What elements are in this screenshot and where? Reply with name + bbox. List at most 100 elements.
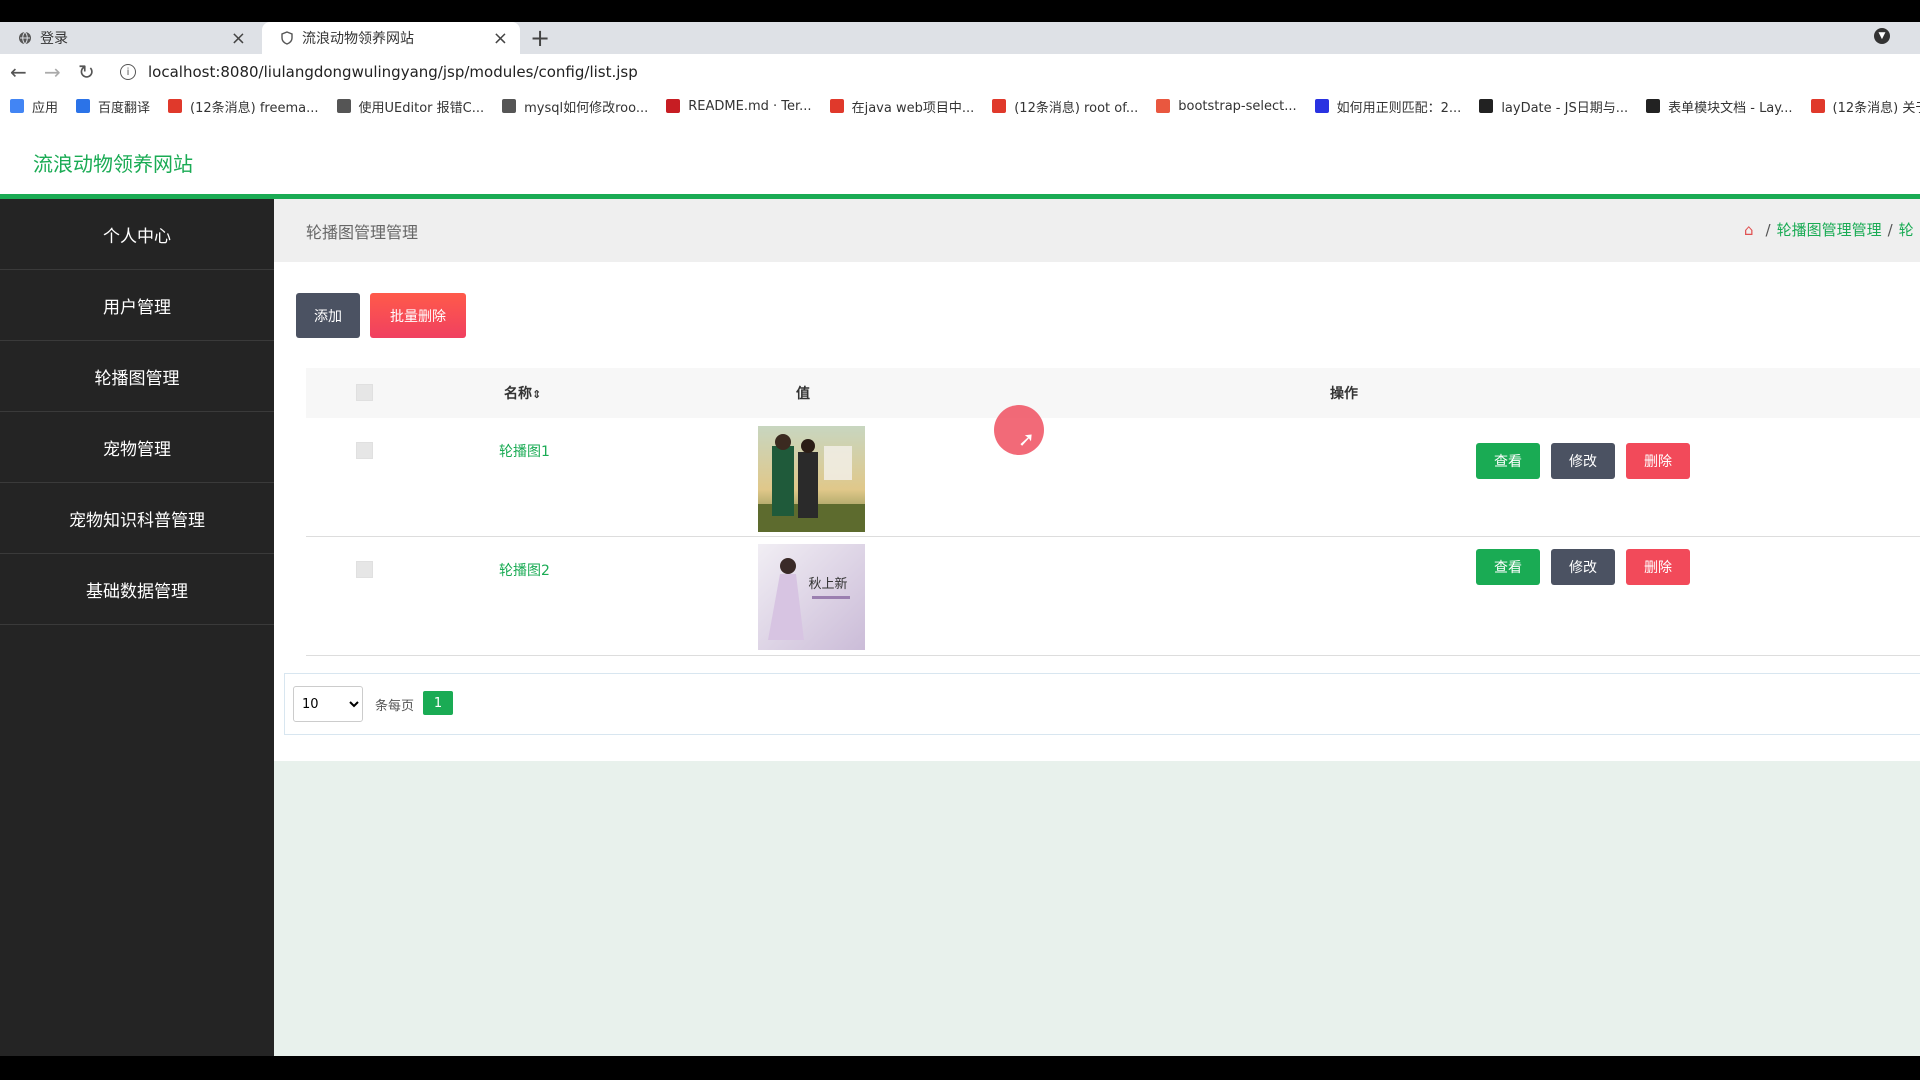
view-button[interactable]: 查看 — [1476, 443, 1540, 479]
bookmark-item[interactable]: 应用 — [10, 97, 58, 116]
bookmark-item[interactable]: 如何用正则匹配：2... — [1314, 97, 1462, 116]
sidebar-item-label: 轮播图管理 — [94, 368, 180, 389]
forward-arrow-icon[interactable]: → — [44, 60, 61, 84]
add-button[interactable]: 添加 — [296, 293, 360, 338]
row-name-link[interactable]: 轮播图1 — [499, 441, 550, 461]
app-header: 流浪动物领养网站 — [0, 122, 1920, 199]
column-header-value: 值 — [796, 386, 810, 402]
layui-icon — [1479, 99, 1494, 113]
close-icon[interactable]: × — [493, 28, 508, 49]
pagination-bar: 10 条每页 1 — [284, 673, 1920, 735]
editor-icon — [502, 99, 517, 113]
row-checkbox[interactable] — [356, 561, 373, 578]
bulk-delete-button[interactable]: 批量删除 — [370, 293, 466, 338]
bookmarks-bar: 应用 百度翻译 (12条消息) freema... 使用UEditor 报错C... m… — [0, 90, 1920, 123]
reload-icon[interactable]: ↻ — [78, 60, 95, 84]
window-bottom-bar — [0, 1056, 1920, 1080]
sidebar-item[interactable]: 宠物管理 — [0, 412, 274, 483]
gitee-icon — [666, 99, 681, 113]
layui-icon — [1646, 99, 1661, 113]
bookmark-item[interactable]: 百度翻译 — [76, 97, 150, 116]
bookmark-label: mysql如何修改roo... — [524, 100, 649, 116]
sidebar-item-label: 宠物管理 — [103, 439, 171, 460]
baidu-paw-icon — [1314, 99, 1329, 113]
bookmark-item[interactable]: 表单模块文档 - Lay... — [1646, 97, 1793, 116]
edit-button[interactable]: 修改 — [1551, 443, 1615, 479]
bookmark-label: (12条消息) root of... — [1014, 100, 1139, 116]
bookmark-item[interactable]: (12条消息) 关于la — [1810, 97, 1920, 116]
sidebar-item[interactable]: 个人中心 — [0, 199, 274, 270]
window-top-bar — [0, 0, 1920, 22]
bookmark-item[interactable]: layDate - JS日期与... — [1479, 97, 1628, 116]
banner-caption: 秋上新 — [808, 576, 847, 592]
apps-grid-icon — [10, 99, 24, 113]
tab-search-icon[interactable]: ▼ — [1874, 28, 1890, 44]
sidebar-item[interactable]: 轮播图管理 — [0, 341, 274, 412]
bookmark-label: layDate - JS日期与... — [1501, 100, 1629, 116]
bookmark-item[interactable]: (12条消息) root of... — [992, 97, 1138, 116]
edit-button[interactable]: 修改 — [1551, 549, 1615, 585]
close-icon[interactable]: × — [231, 28, 246, 49]
back-arrow-icon[interactable]: ← — [10, 60, 27, 84]
bookmark-label: README.md · Ter... — [688, 98, 812, 114]
banner-thumbnail[interactable]: 秋上新 — [758, 544, 865, 650]
breadcrumb-separator: / — [1887, 221, 1893, 239]
per-page-label: 条每页 — [375, 699, 415, 714]
sidebar-item[interactable]: 宠物知识科普管理 — [0, 483, 274, 554]
url-field[interactable]: i localhost:8080/liulangdongwulingyang/j… — [120, 58, 638, 86]
home-icon[interactable]: ⌂ — [1744, 221, 1754, 239]
bookmark-label: 使用UEditor 报错C... — [358, 100, 485, 116]
sort-icon[interactable]: ⇕ — [532, 388, 541, 401]
delete-button[interactable]: 删除 — [1626, 549, 1690, 585]
editor-icon — [336, 99, 351, 113]
bookmark-item[interactable]: mysql如何修改roo... — [502, 97, 648, 116]
bookmark-item[interactable]: 使用UEditor 报错C... — [336, 97, 485, 116]
site-logo[interactable]: 流浪动物领养网站 — [33, 148, 193, 177]
bookmark-item[interactable]: bootstrap-select... — [1156, 98, 1297, 114]
sidebar-item-label: 个人中心 — [103, 226, 171, 247]
new-tab-button[interactable]: + — [530, 24, 550, 52]
main-area: 轮播图管理管理 ⌂ / 轮播图管理管理 / 轮 添加 批量删除 名称⇕ 值 操作 轮播图… — [274, 199, 1920, 1056]
row-checkbox[interactable] — [356, 442, 373, 459]
breadcrumb-bar: 轮播图管理管理 ⌂ / 轮播图管理管理 / 轮 — [274, 199, 1920, 262]
jianshu-icon — [1156, 99, 1171, 113]
table-row: 轮播图2 秋上新 查看 修改 删除 — [306, 537, 1920, 656]
bookmark-label: 百度翻译 — [98, 100, 151, 116]
csdn-icon — [992, 99, 1007, 113]
url-text: localhost:8080/liulangdongwulingyang/jsp… — [148, 63, 638, 81]
tab-login[interactable]: 登录 × — [0, 22, 258, 54]
bookmark-label: 如何用正则匹配：2... — [1336, 100, 1462, 116]
bookmark-item[interactable]: 在java web项目中... — [829, 97, 975, 116]
info-icon[interactable]: i — [120, 64, 136, 80]
tab-strip: 登录 × 流浪动物领养网站 × + ▼ — [0, 22, 1920, 54]
column-header-name[interactable]: 名称⇕ — [504, 383, 541, 403]
sidebar-item[interactable]: 基础数据管理 — [0, 554, 274, 625]
breadcrumb: ⌂ / 轮播图管理管理 / 轮 — [1744, 219, 1914, 240]
column-header-actions: 操作 — [1330, 386, 1358, 402]
sidebar-item[interactable]: 用户管理 — [0, 270, 274, 341]
globe-icon — [18, 31, 32, 45]
bookmark-label: (12条消息) 关于la — [1832, 100, 1920, 116]
column-header-name-label: 名称 — [504, 386, 532, 402]
csdn-icon — [829, 99, 844, 113]
banner-thumbnail[interactable] — [758, 426, 865, 532]
row-name-link[interactable]: 轮播图2 — [499, 560, 550, 580]
screen: 登录 × 流浪动物领养网站 × + ▼ ← → ↻ i localhost:80… — [0, 0, 1920, 1056]
bookmark-label: 在java web项目中... — [851, 100, 975, 116]
sidebar-item-label: 基础数据管理 — [86, 581, 188, 602]
breadcrumb-item[interactable]: 轮 — [1899, 221, 1914, 239]
breadcrumb-item[interactable]: 轮播图管理管理 — [1777, 221, 1882, 239]
mouse-pointer-icon: ➚ — [1018, 427, 1035, 451]
tab-adoption-site[interactable]: 流浪动物领养网站 × — [262, 22, 520, 54]
select-all-checkbox[interactable] — [356, 384, 373, 401]
bookmark-item[interactable]: (12条消息) freema... — [168, 97, 319, 116]
bookmark-label: (12条消息) freema... — [190, 100, 319, 116]
page-size-select[interactable]: 10 — [293, 686, 363, 722]
breadcrumb-separator: / — [1765, 221, 1771, 239]
view-button[interactable]: 查看 — [1476, 549, 1540, 585]
bookmark-label: bootstrap-select... — [1178, 98, 1297, 114]
page-button[interactable]: 1 — [423, 691, 453, 715]
sidebar-item-label: 用户管理 — [103, 297, 171, 318]
bookmark-item[interactable]: README.md · Ter... — [666, 98, 812, 114]
delete-button[interactable]: 删除 — [1626, 443, 1690, 479]
